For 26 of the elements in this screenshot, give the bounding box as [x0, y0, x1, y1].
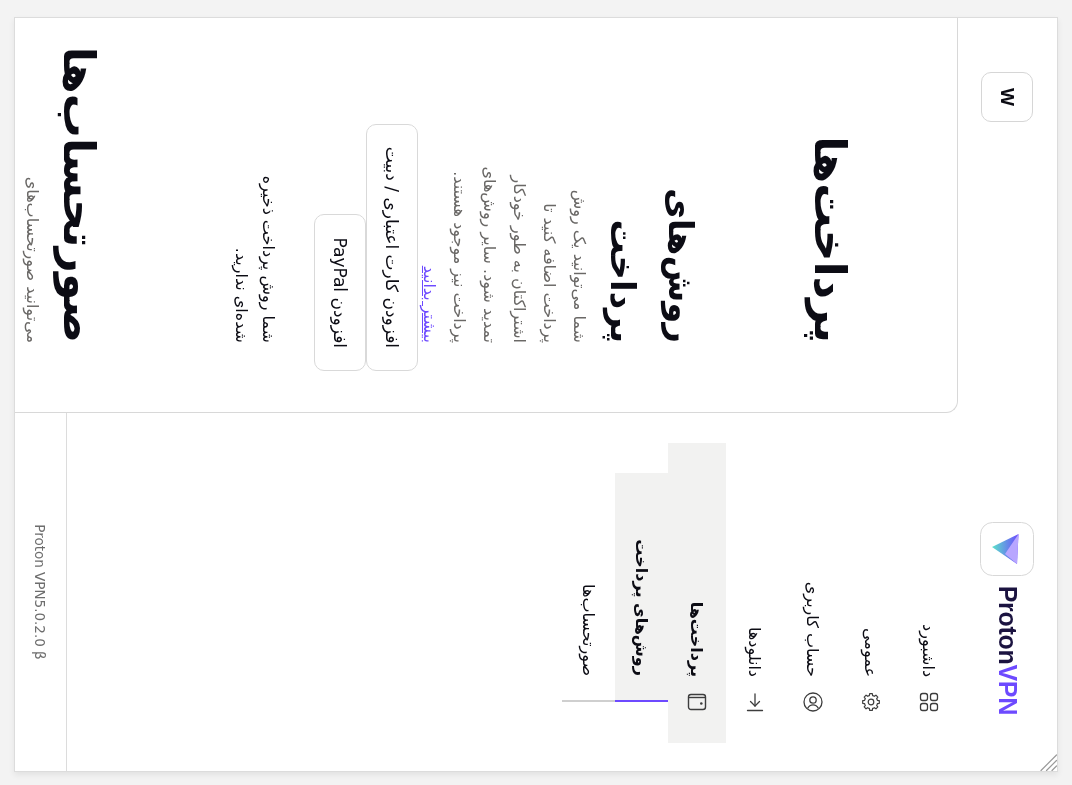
logo-icon: [980, 521, 1035, 576]
learn-more-link[interactable]: بیشتر بدانید: [420, 265, 439, 343]
sidebar-item[interactable]: حساب کاربری: [784, 443, 842, 743]
user-icon: [803, 692, 823, 712]
gear-icon: [861, 692, 881, 712]
add-payment-button[interactable]: افزودن کارت اعتباری / دبیت: [366, 123, 418, 371]
grid-icon: [919, 692, 939, 712]
section-heading: صورتحساب‌ها: [52, 46, 106, 345]
sidebar-subitem[interactable]: روش‌های پرداخت: [615, 473, 668, 702]
sidebar-subitem[interactable]: صورتحساب‌ها: [562, 473, 615, 702]
sidebar-item[interactable]: عمومی: [842, 443, 900, 743]
wallet-icon: [687, 692, 707, 712]
section-heading: روش‌های پرداخت: [601, 186, 702, 345]
download-icon: [745, 692, 765, 712]
section-description: می‌توانید صورتحساب‌های: [21, 176, 43, 345]
sidebar-item[interactable]: دانلودها: [726, 443, 784, 743]
empty-state-text: شما روش پرداخت ذخیره شده‌ای ندارید.: [230, 175, 279, 345]
page-title: پرداخت‌ها: [803, 136, 857, 345]
logo-wordmark: ProtonVPN: [993, 585, 1022, 715]
section-description: شما می‌توانید یک روش پرداخت اضافه کنید تا اشتراکتان به طور خودکار تمدید شود. سایر روش‌های پرداخت نیز موجود هستند. بیشتر بدانید: [418, 166, 590, 345]
avatar-button[interactable]: W: [981, 72, 1034, 122]
sidebar-item[interactable]: داشبورد: [900, 443, 958, 743]
version-label: Proton VPN5.0.2.0 β: [32, 524, 49, 660]
resize-grip-icon[interactable]: [1037, 751, 1057, 771]
add-payment-button[interactable]: افزودن PayPal: [314, 214, 366, 371]
sidebar-item[interactable]: پرداخت‌ها: [668, 443, 726, 743]
